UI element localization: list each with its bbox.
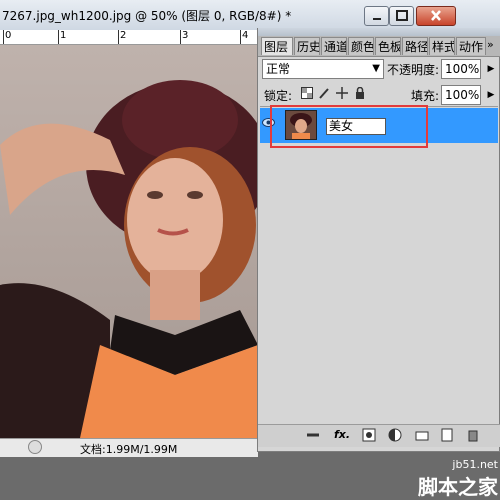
status-menu-icon[interactable]: [28, 440, 42, 454]
document-titlebar[interactable]: 7267.jpg_wh1200.jpg @ 50% (图层 0, RGB/8#)…: [0, 0, 500, 31]
panel-drag-bar[interactable]: [258, 28, 500, 36]
tab-channels[interactable]: 通道: [321, 37, 347, 55]
watermark: jb51.net 脚本之家: [418, 458, 498, 500]
ruler-number: 0: [5, 30, 12, 41]
horizontal-ruler: 0 1 2 3 4: [0, 30, 260, 45]
opacity-input[interactable]: 100%: [441, 59, 481, 79]
lock-image-pixels-icon[interactable]: [318, 87, 330, 99]
lock-position-icon[interactable]: [336, 87, 348, 99]
maximize-button[interactable]: [389, 6, 414, 26]
tab-color[interactable]: 颜色: [348, 37, 374, 55]
document-title: 7267.jpg_wh1200.jpg @ 50% (图层 0, RGB/8#)…: [2, 9, 292, 23]
link-icon[interactable]: [306, 428, 320, 442]
watermark-url: jb51.net: [452, 458, 498, 471]
watermark-brand: 脚本之家: [418, 475, 498, 499]
panel-tabbar: 图层 历史 通道 颜色 色板 路径 样式 动作: [258, 36, 500, 57]
panel-bottom-bar: [258, 424, 500, 447]
folder-icon[interactable]: [415, 428, 429, 442]
tab-paths[interactable]: 路径: [402, 37, 428, 55]
lock-transparent-pixels-icon[interactable]: [301, 87, 313, 99]
close-button[interactable]: [416, 6, 456, 26]
fx-icon[interactable]: fx.: [333, 428, 351, 442]
adjustment-icon[interactable]: [388, 428, 402, 442]
minimize-icon: [373, 18, 381, 20]
portrait-photo: [0, 45, 258, 438]
fill-input[interactable]: 100%: [441, 85, 481, 105]
maximize-icon: [396, 10, 408, 21]
lock-all-icon[interactable]: [354, 87, 366, 99]
ruler-number: 3: [182, 30, 189, 41]
fill-label: 填充:: [411, 89, 440, 103]
new-layer-icon[interactable]: [440, 428, 454, 442]
blend-mode-value: 正常: [266, 62, 291, 76]
mask-icon[interactable]: [362, 428, 376, 442]
highlight-box: [270, 105, 428, 148]
close-icon: [431, 10, 441, 21]
ruler-number: 1: [60, 30, 67, 41]
opacity-slider-icon[interactable]: ▶: [484, 59, 498, 79]
status-bar: 文档:1.99M/1.99M: [0, 438, 258, 457]
opacity-label: 不透明度:: [387, 63, 440, 77]
blend-mode-select[interactable]: 正常 ▼: [262, 59, 384, 79]
document-size: 文档:1.99M/1.99M: [80, 443, 178, 456]
lock-label: 锁定:: [264, 89, 293, 103]
tab-swatches[interactable]: 色板: [375, 37, 401, 55]
layer-list: [260, 106, 498, 425]
ruler-number: 4: [242, 30, 249, 41]
tab-history[interactable]: 历史: [294, 37, 320, 55]
minimize-button[interactable]: [364, 6, 389, 26]
tab-scroll-icon[interactable]: »: [487, 38, 494, 51]
tab-actions[interactable]: 动作: [456, 37, 486, 55]
image-canvas[interactable]: [0, 45, 258, 438]
tab-styles[interactable]: 样式: [429, 37, 455, 55]
trash-icon[interactable]: [466, 428, 480, 442]
ruler-number: 2: [120, 30, 127, 41]
chevron-down-icon: ▼: [372, 63, 380, 74]
fill-slider-icon[interactable]: ▶: [484, 85, 498, 105]
tab-layers[interactable]: 图层: [261, 37, 293, 55]
